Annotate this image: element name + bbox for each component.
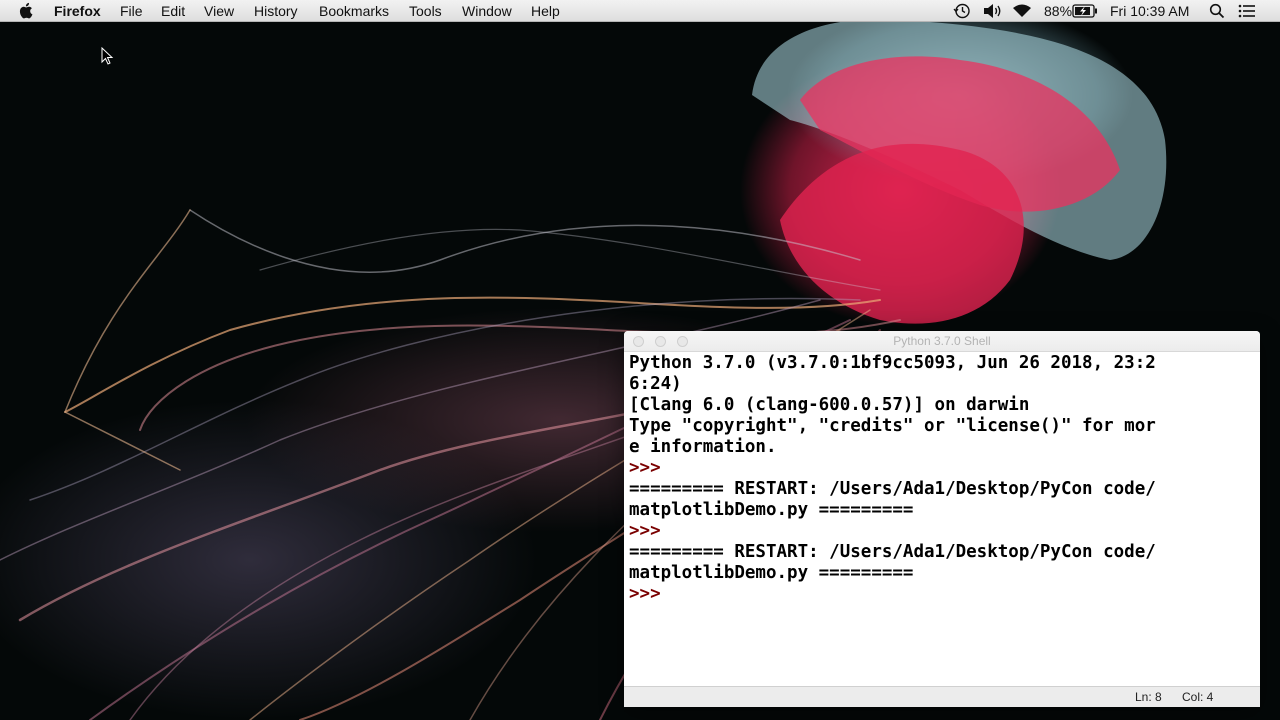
shell-output-line: matplotlibDemo.py ========= — [629, 563, 914, 583]
shell-output-line: 6:24) — [629, 374, 682, 394]
apple-icon[interactable] — [19, 2, 35, 22]
menu-help[interactable]: Help — [531, 3, 560, 19]
spotlight-search-icon[interactable] — [1209, 3, 1225, 22]
menu-window[interactable]: Window — [462, 3, 512, 19]
volume-icon[interactable] — [982, 3, 1004, 22]
shell-output-line: Python 3.7.0 (v3.7.0:1bf9cc5093, Jun 26 … — [629, 353, 1156, 373]
shell-prompt-line: >>> — [629, 584, 672, 604]
shell-prompt-line: >>> — [629, 458, 672, 478]
status-bar: Ln: 8 Col: 4 — [624, 686, 1260, 707]
time-machine-icon[interactable] — [953, 2, 971, 23]
shell-output[interactable]: Python 3.7.0 (v3.7.0:1bf9cc5093, Jun 26 … — [629, 353, 1249, 605]
menu-clock[interactable]: Fri 10:39 AM — [1110, 3, 1189, 19]
notification-center-icon[interactable] — [1238, 4, 1256, 21]
mouse-cursor-icon — [101, 47, 114, 65]
battery-icon[interactable] — [1072, 4, 1098, 21]
menu-history[interactable]: History — [254, 3, 298, 19]
battery-percent[interactable]: 88% — [1044, 3, 1072, 19]
menu-app-name[interactable]: Firefox — [54, 3, 101, 19]
menu-bookmarks[interactable]: Bookmarks — [319, 3, 389, 19]
window-titlebar[interactable]: Python 3.7.0 Shell — [624, 331, 1260, 352]
shell-output-line: matplotlibDemo.py ========= — [629, 500, 914, 520]
wifi-icon[interactable] — [1012, 3, 1032, 22]
menu-tools[interactable]: Tools — [409, 3, 442, 19]
shell-output-line: ========= RESTART: /Users/Ada1/Desktop/P… — [629, 479, 1156, 499]
shell-output-line: e information. — [629, 437, 777, 457]
status-line-number: Ln: 8 — [1135, 690, 1162, 704]
status-column-number: Col: 4 — [1182, 690, 1214, 704]
menu-view[interactable]: View — [204, 3, 234, 19]
shell-output-line: Type "copyright", "credits" or "license(… — [629, 416, 1156, 436]
menu-edit[interactable]: Edit — [161, 3, 185, 19]
menu-bar: Firefox File Edit View History Bookmarks… — [0, 0, 1280, 22]
shell-output-line: ========= RESTART: /Users/Ada1/Desktop/P… — [629, 542, 1156, 562]
menu-file[interactable]: File — [120, 3, 143, 19]
python-shell-window[interactable]: Python 3.7.0 Shell Python 3.7.0 (v3.7.0:… — [624, 331, 1260, 707]
shell-prompt-line: >>> — [629, 521, 672, 541]
shell-output-line: [Clang 6.0 (clang-600.0.57)] on darwin — [629, 395, 1030, 415]
window-title: Python 3.7.0 Shell — [893, 334, 991, 348]
